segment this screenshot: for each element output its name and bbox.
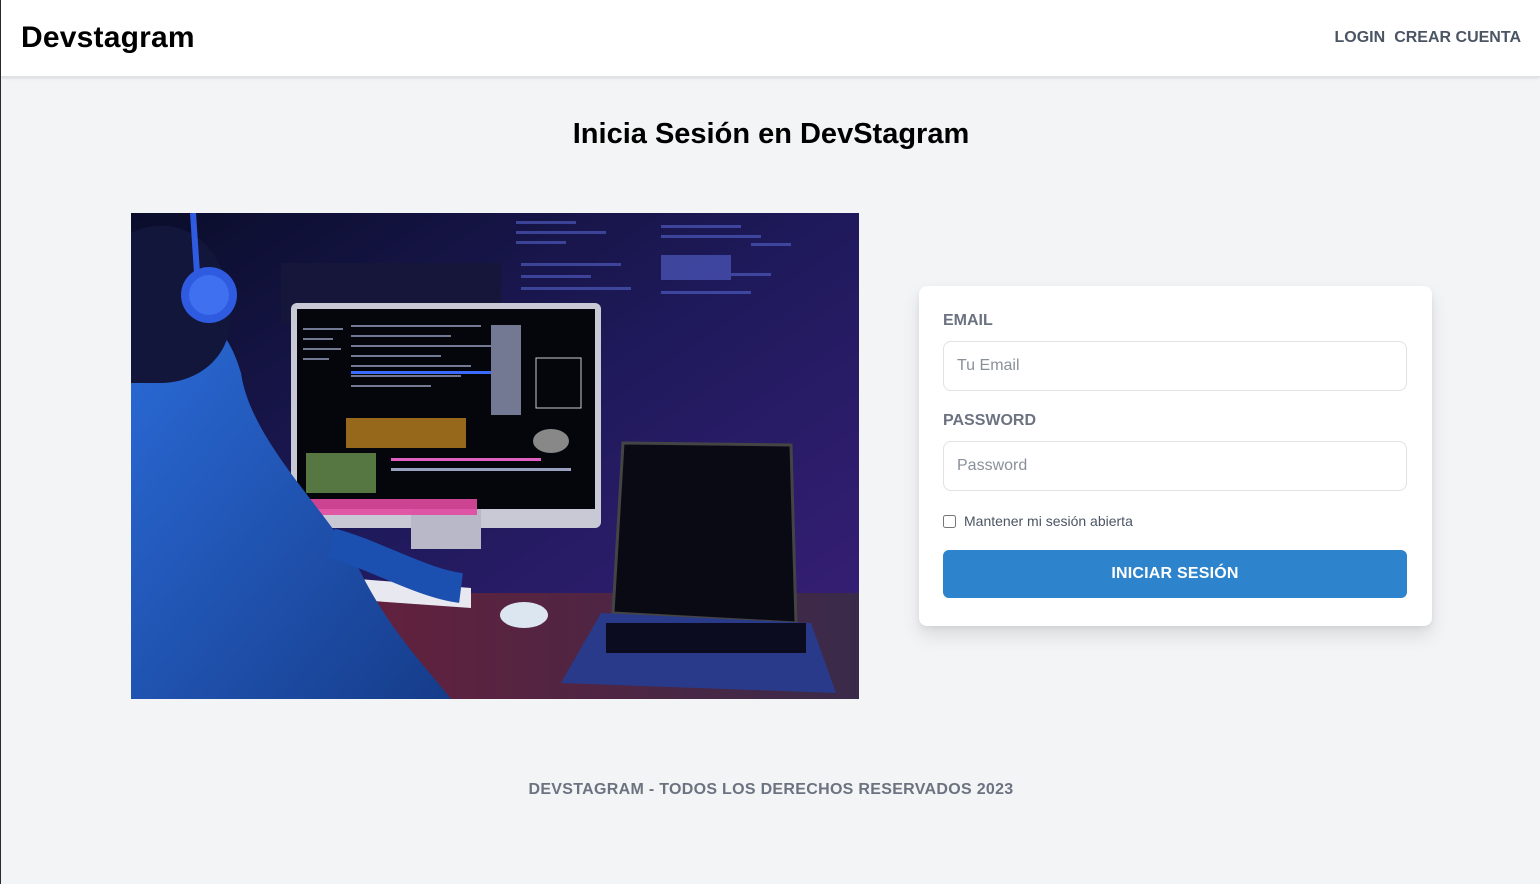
password-label: PASSWORD [943,412,1037,429]
remember-label[interactable]: Mantener mi sesión abierta [964,513,1133,529]
top-header: Devstagram LOGIN CREAR CUENTA [1,0,1540,77]
password-group: PASSWORD [943,412,1408,491]
email-input[interactable] [943,341,1407,391]
email-label: EMAIL [943,312,993,329]
developer-at-desk-photo-icon [131,213,859,699]
brand-logo[interactable]: Devstagram [21,21,195,55]
page-title: Inicia Sesión en DevStagram [572,118,970,150]
login-submit-button[interactable]: INICIAR SESIÓN [943,550,1407,598]
login-card: EMAIL PASSWORD Mantener mi sesión abiert… [919,286,1432,626]
remember-row: Mantener mi sesión abierta [943,513,1408,529]
header-nav: LOGIN CREAR CUENTA [1335,29,1521,47]
remember-checkbox[interactable] [943,514,956,528]
register-link[interactable]: CREAR CUENTA [1394,29,1521,47]
password-input[interactable] [943,441,1407,491]
footer-text: DEVSTAGRAM - TODOS LOS DERECHOS RESERVAD… [528,781,1014,798]
login-link[interactable]: LOGIN [1335,29,1386,47]
hero-image [131,213,859,699]
app-window: Devstagram LOGIN CREAR CUENTA Inicia Ses… [0,0,1540,884]
